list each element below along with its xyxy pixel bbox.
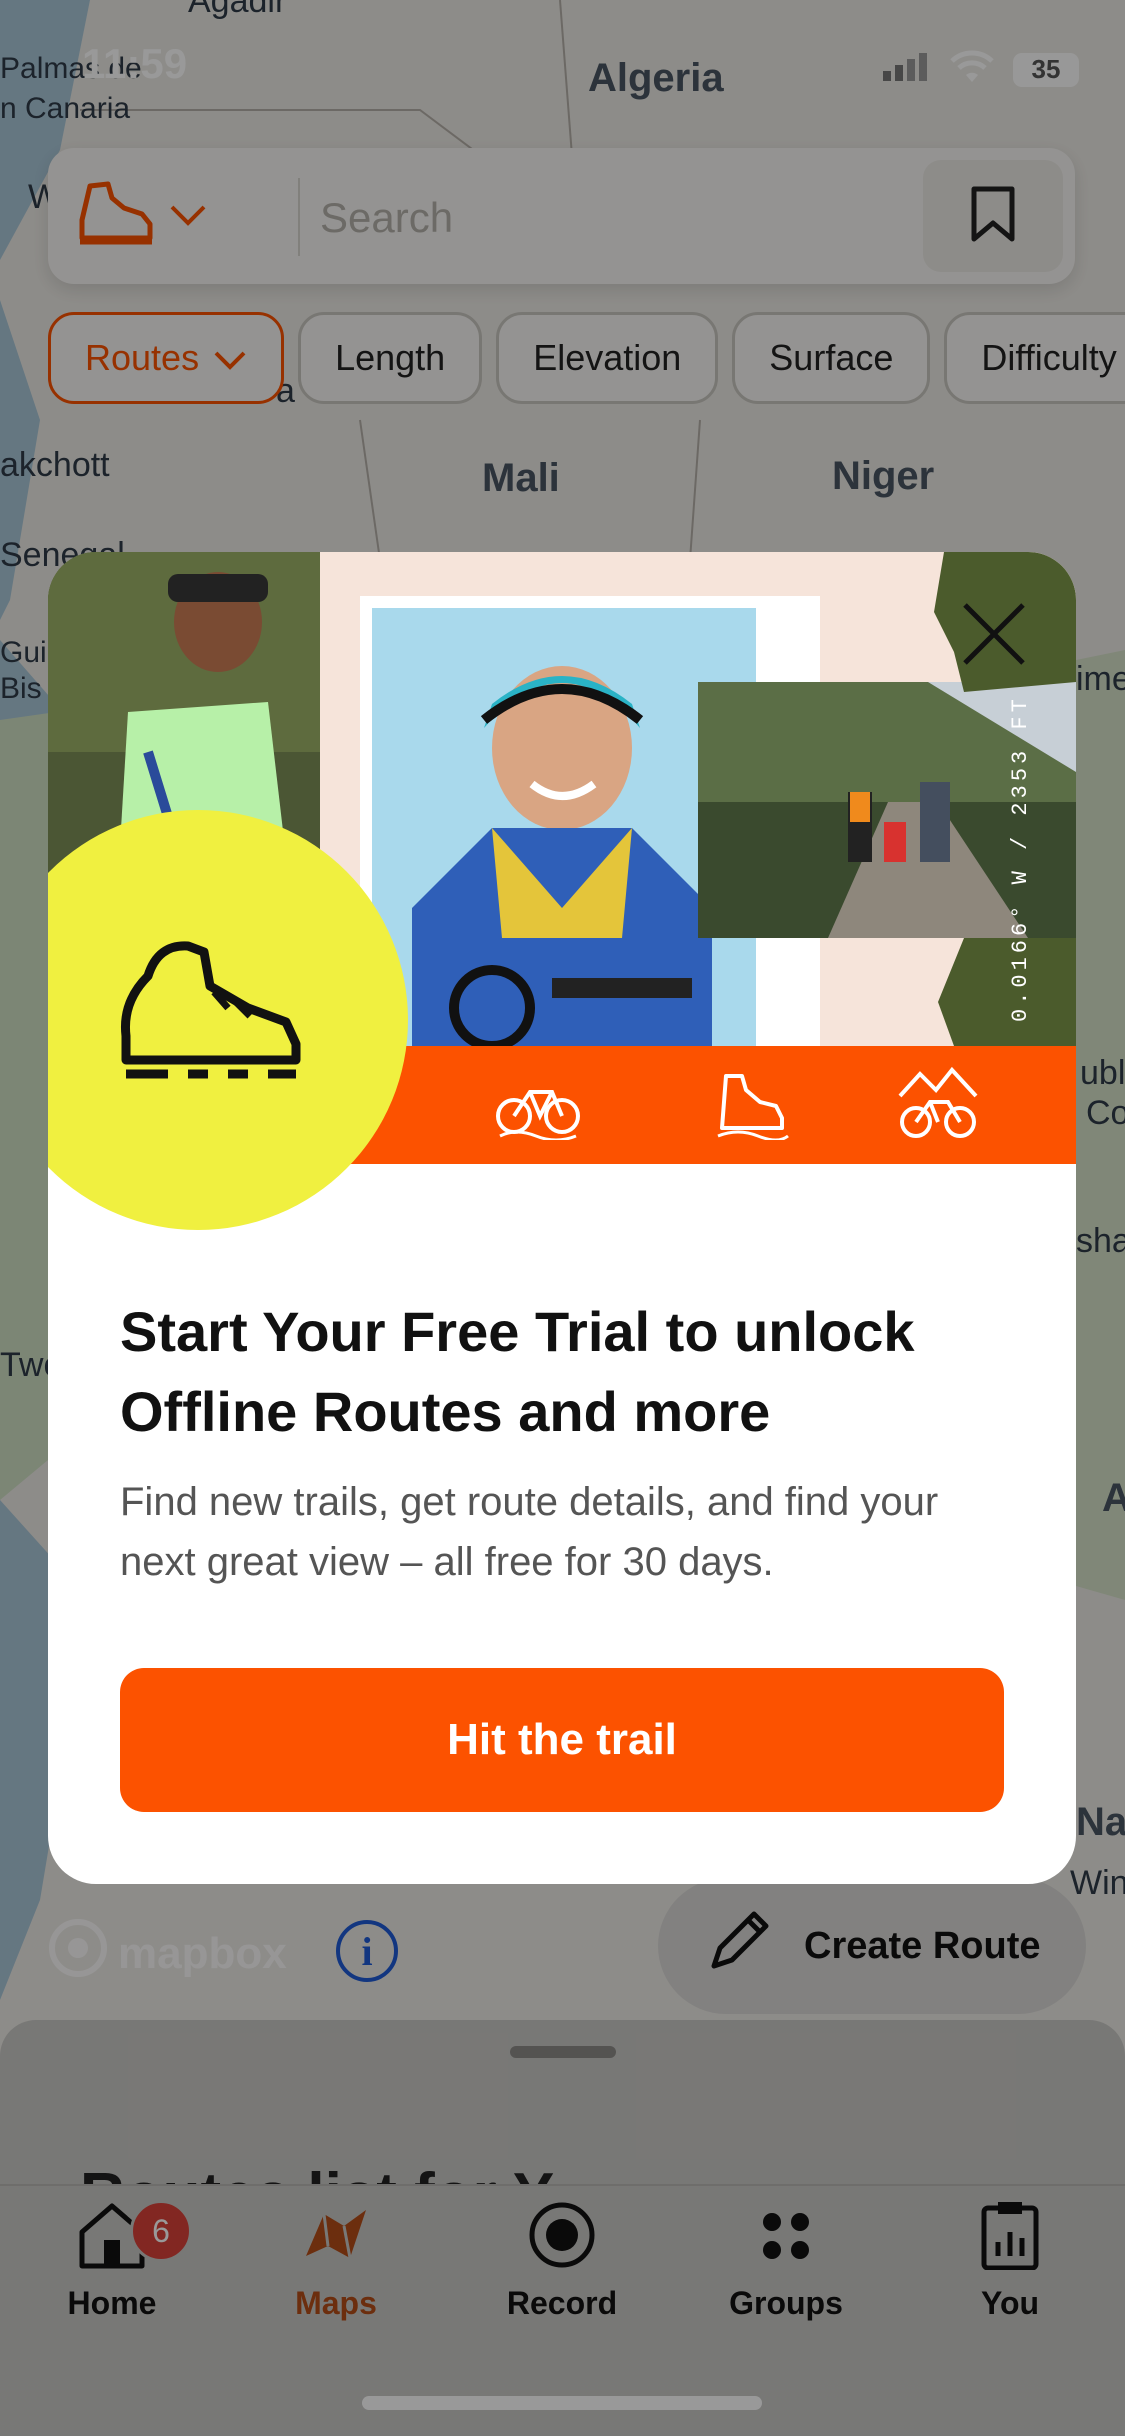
close-icon xyxy=(959,599,1029,674)
free-trial-modal: 0.0166° W / 2353 FT Start Your Free Tria… xyxy=(48,552,1076,1884)
boot-badge xyxy=(48,810,408,1230)
coordinate-caption: 0.0166° W / 2353 FT xyxy=(1008,695,1033,1022)
bike-icon xyxy=(496,1070,580,1145)
modal-description: Find new trails, get route details, and … xyxy=(120,1480,939,1584)
trail-shoe-icon xyxy=(708,1070,792,1145)
start-trial-button[interactable]: Hit the trail xyxy=(120,1668,1004,1812)
close-button[interactable] xyxy=(940,582,1048,690)
modal-title: Start Your Free Trial to unlock Offline … xyxy=(120,1300,915,1443)
hiking-boot-icon xyxy=(108,936,308,1101)
mountain-bike-icon xyxy=(896,1066,980,1147)
promo-hero-image: 0.0166° W / 2353 FT xyxy=(48,552,1076,1230)
